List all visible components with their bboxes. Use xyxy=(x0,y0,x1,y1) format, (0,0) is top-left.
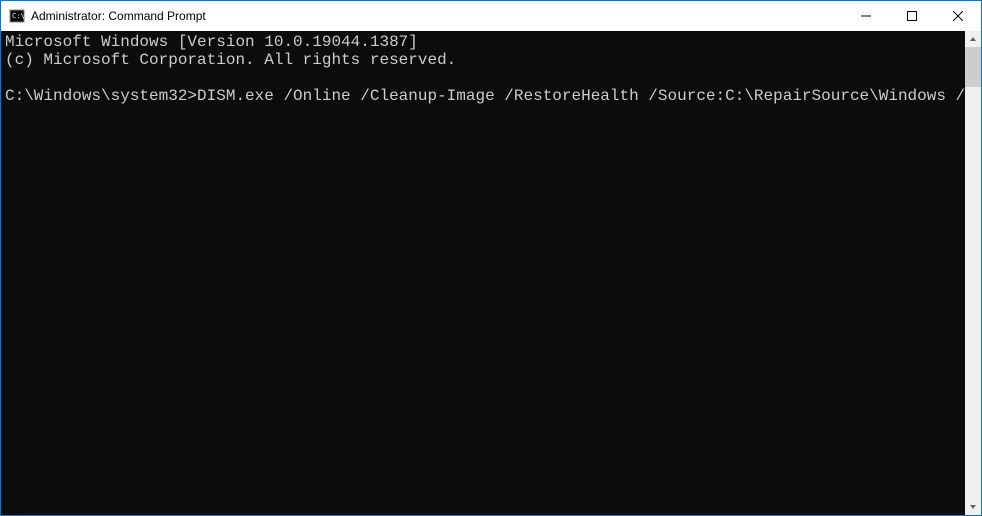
command-prompt-window: C:\ Administrator: Command Prompt Micros… xyxy=(1,1,981,515)
scroll-thumb[interactable] xyxy=(965,47,981,87)
scroll-up-button[interactable] xyxy=(965,31,981,47)
window-controls xyxy=(843,1,981,31)
svg-text:C:\: C:\ xyxy=(12,12,25,20)
scroll-down-button[interactable] xyxy=(965,499,981,515)
prompt: C:\Windows\system32> xyxy=(5,87,197,105)
scroll-track[interactable] xyxy=(965,47,981,499)
minimize-button[interactable] xyxy=(843,1,889,31)
console-prompt-line: C:\Windows\system32>DISM.exe /Online /Cl… xyxy=(5,87,965,105)
close-button[interactable] xyxy=(935,1,981,31)
vertical-scrollbar[interactable] xyxy=(965,31,981,515)
console-output[interactable]: Microsoft Windows [Version 10.0.19044.13… xyxy=(1,31,965,515)
window-title: Administrator: Command Prompt xyxy=(31,9,843,23)
app-icon: C:\ xyxy=(9,8,25,24)
console-line: (c) Microsoft Corporation. All rights re… xyxy=(5,51,456,69)
console-line: Microsoft Windows [Version 10.0.19044.13… xyxy=(5,33,418,51)
console-area: Microsoft Windows [Version 10.0.19044.13… xyxy=(1,31,981,515)
maximize-button[interactable] xyxy=(889,1,935,31)
titlebar[interactable]: C:\ Administrator: Command Prompt xyxy=(1,1,981,31)
command-input[interactable]: DISM.exe /Online /Cleanup-Image /Restore… xyxy=(197,87,965,105)
